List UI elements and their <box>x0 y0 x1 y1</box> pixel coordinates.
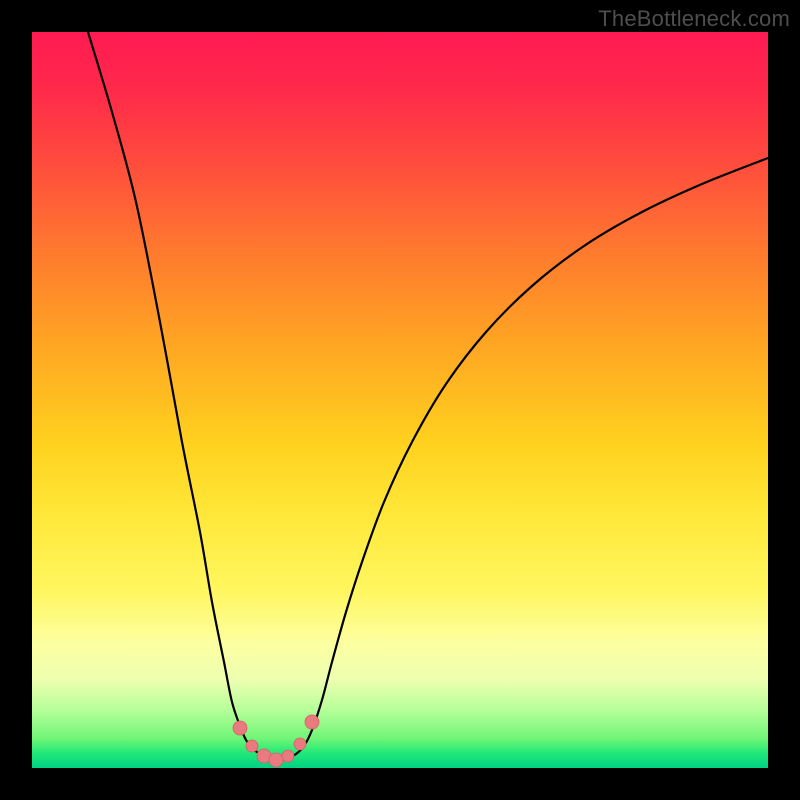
bottleneck-curve <box>88 32 768 760</box>
watermark-text: TheBottleneck.com <box>598 6 790 32</box>
marker-dot <box>305 715 319 729</box>
plot-area <box>32 32 768 768</box>
chart-svg <box>32 32 768 768</box>
marker-dot <box>233 721 247 735</box>
marker-dot <box>246 740 258 752</box>
chart-frame: TheBottleneck.com <box>0 0 800 800</box>
marker-dot <box>282 750 294 762</box>
marker-dot <box>269 753 283 767</box>
marker-dot <box>294 738 306 750</box>
